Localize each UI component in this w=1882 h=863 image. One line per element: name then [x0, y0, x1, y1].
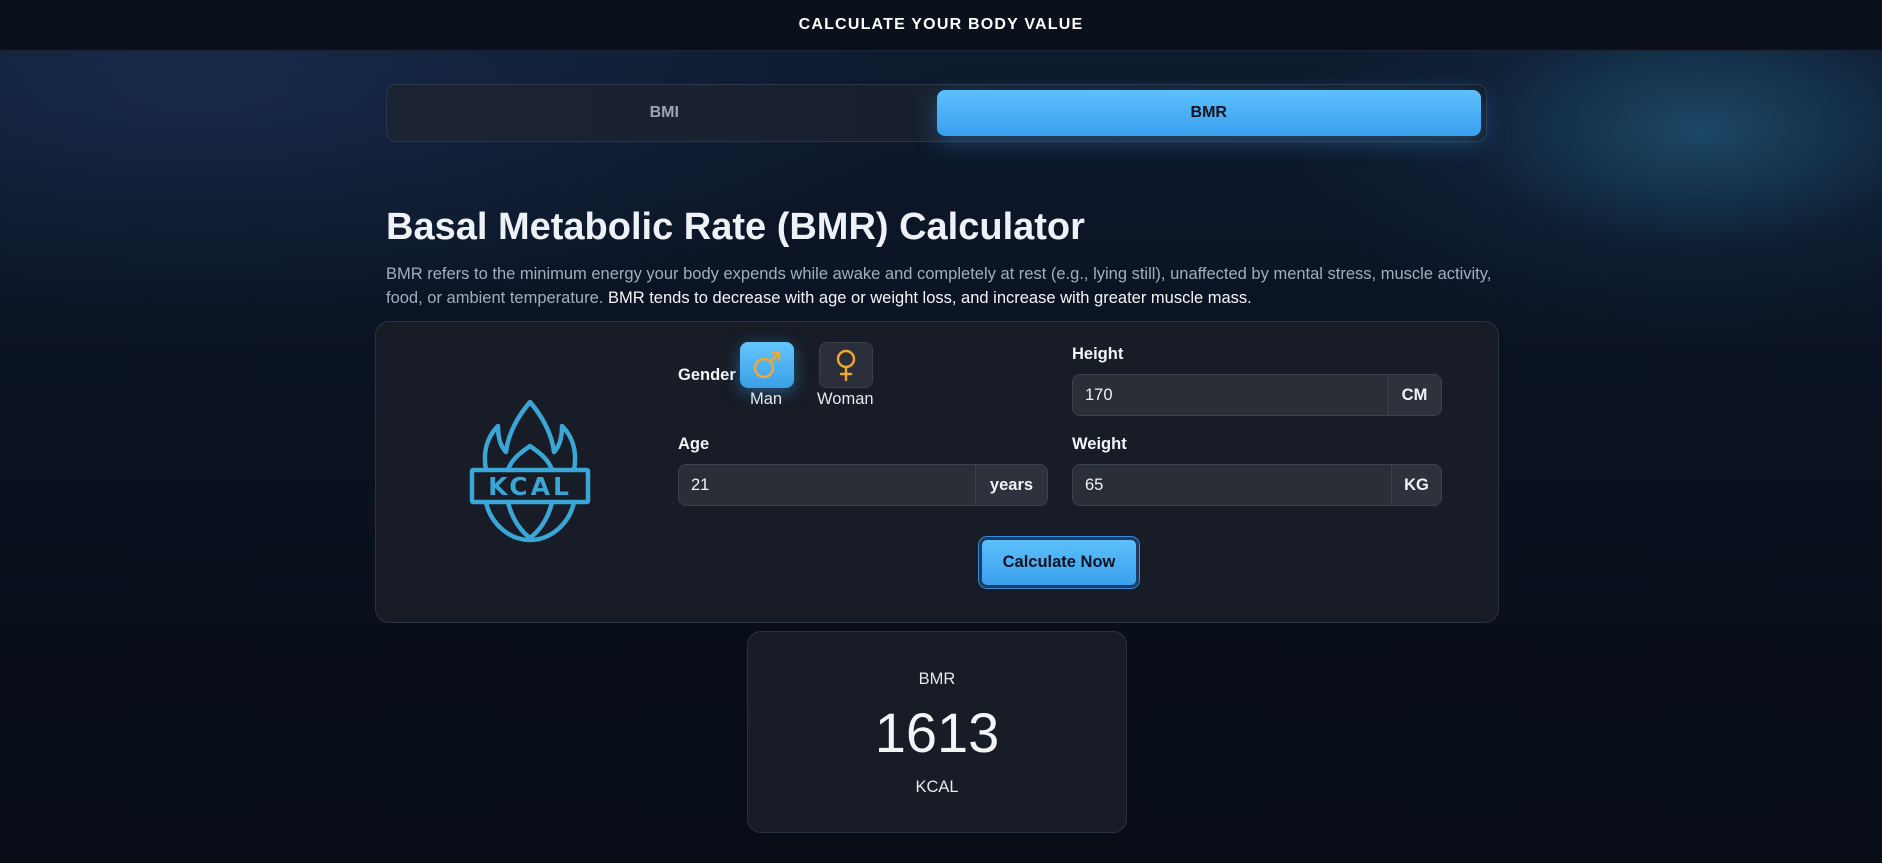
result-label: BMR	[918, 670, 956, 688]
calculate-now-button[interactable]: Calculate Now	[979, 537, 1139, 588]
kcal-icon-text: KCAL	[488, 472, 572, 501]
result-value: 1613	[874, 701, 1000, 764]
weight-label: Weight	[1072, 435, 1127, 453]
header-title: CALCULATE YOUR BODY VALUE	[798, 16, 1084, 33]
gender-label: Gender	[678, 366, 736, 384]
page-description: BMR refers to the minimum energy your bo…	[386, 262, 1496, 310]
female-icon	[836, 349, 856, 382]
age-input[interactable]	[679, 465, 975, 505]
bmr-result-card: BMR 1613 KCAL	[747, 631, 1127, 833]
description-emphasis: BMR tends to decrease with age or weight…	[607, 289, 1252, 307]
height-label: Height	[1072, 345, 1124, 363]
height-field: CM	[1072, 374, 1442, 416]
height-unit: CM	[1387, 375, 1441, 415]
age-field: years	[678, 464, 1048, 506]
weight-field: KG	[1072, 464, 1442, 506]
male-icon	[753, 351, 781, 379]
weight-unit: KG	[1391, 465, 1441, 505]
gender-woman-button[interactable]	[819, 342, 873, 388]
tab-bmi[interactable]: BMI	[392, 90, 937, 136]
page-title: Basal Metabolic Rate (BMR) Calculator	[386, 206, 1085, 248]
gender-woman-label: Woman	[817, 390, 874, 408]
tab-bmr[interactable]: BMR	[936, 90, 1481, 136]
gender-man-label: Man	[750, 390, 783, 408]
weight-input[interactable]	[1073, 465, 1391, 505]
age-label: Age	[678, 435, 710, 453]
result-unit: KCAL	[915, 778, 959, 796]
top-header: CALCULATE YOUR BODY VALUE	[0, 0, 1882, 51]
kcal-flame-icon: KCAL	[469, 400, 591, 543]
calculator-tabs: BMI BMR	[386, 84, 1487, 142]
age-unit: years	[975, 465, 1047, 505]
gender-man-button[interactable]	[740, 342, 794, 388]
height-input[interactable]	[1073, 375, 1387, 415]
